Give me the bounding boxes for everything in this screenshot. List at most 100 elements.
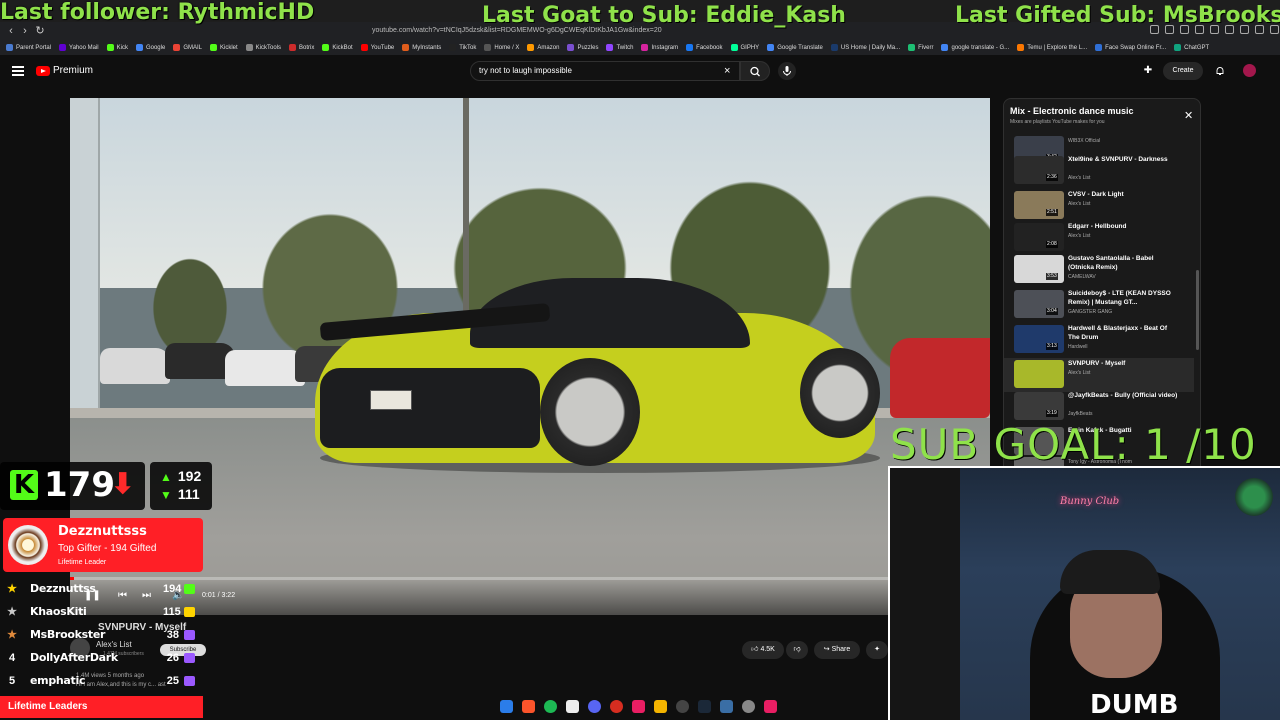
obs-icon[interactable] bbox=[610, 700, 623, 713]
steam-icon[interactable] bbox=[698, 700, 711, 713]
playlist-item[interactable]: 3:04 Suicideboy$ - LTE (KEAN DYSSO Remix)… bbox=[1004, 288, 1194, 322]
like-button[interactable]: 👍︎ 4.5K bbox=[742, 641, 784, 659]
share-button[interactable]: ↪ Share bbox=[814, 641, 860, 659]
bookmark-item[interactable]: Instagram bbox=[641, 44, 678, 51]
discord-icon[interactable] bbox=[588, 700, 601, 713]
playlist-thumbnail bbox=[1014, 360, 1064, 388]
gift-icon bbox=[184, 676, 195, 686]
bookmark-item[interactable]: ChatGPT bbox=[1174, 44, 1209, 51]
bookmark-item[interactable]: Parent Portal bbox=[6, 44, 51, 51]
red-car bbox=[890, 338, 990, 418]
car-wheel bbox=[800, 348, 880, 438]
pin-icon[interactable] bbox=[632, 700, 645, 713]
bookmark-item[interactable]: KickTools bbox=[245, 44, 281, 51]
brave-browser-icon[interactable] bbox=[522, 700, 535, 713]
location-pin-icon[interactable] bbox=[764, 700, 777, 713]
bookmark-item[interactable]: google translate - G... bbox=[941, 44, 1009, 51]
search-input[interactable]: try not to laugh impossible bbox=[479, 64, 572, 78]
playlist-item[interactable]: 2:36 Xtel9ine & SVNPURV - Darkness Alex's … bbox=[1004, 154, 1194, 188]
video-player[interactable] bbox=[70, 98, 990, 615]
video-pole bbox=[463, 98, 469, 318]
playlist-subtitle: Mixes are playlists YouTube makes for yo… bbox=[1010, 119, 1105, 125]
bookmark-item[interactable]: KickBot bbox=[322, 44, 353, 51]
playlist-duration: 2:51 bbox=[1046, 209, 1058, 216]
playlist-duration: 3:53 bbox=[1046, 273, 1058, 280]
bookmark-favicon-icon bbox=[484, 44, 492, 51]
bookmark-item[interactable]: TikTok bbox=[449, 44, 476, 51]
create-button[interactable]: Create bbox=[1163, 62, 1203, 80]
photos-icon[interactable] bbox=[720, 700, 733, 713]
thumbs-down-icon: 👎︎ bbox=[793, 646, 801, 653]
youtube-premium-label[interactable]: Premium bbox=[53, 64, 93, 78]
leaderboard-row: ★ MsBrookster 38 bbox=[0, 624, 200, 646]
leaderboard-name: Dezznuttss bbox=[30, 582, 96, 595]
mic-icon bbox=[783, 66, 791, 76]
bookmark-item[interactable]: US Home | Daily Ma... bbox=[830, 44, 900, 51]
more-actions-button[interactable]: ✦ bbox=[866, 641, 888, 659]
bookmark-item[interactable]: Face Swap Online Fr... bbox=[1095, 44, 1166, 51]
notifications-bell-icon[interactable] bbox=[1215, 66, 1225, 76]
playlist-item-title: CVSV - Dark Light bbox=[1068, 191, 1124, 198]
spotify-icon[interactable] bbox=[544, 700, 557, 713]
extension-puzzle-icon[interactable]: ✚ bbox=[1143, 66, 1153, 76]
bookmark-item[interactable]: MyInstants bbox=[402, 44, 441, 51]
last-goat-overlay: Last Goat to Sub: Eddie_Kash bbox=[482, 3, 846, 28]
dislike-button[interactable]: 👎︎ bbox=[786, 641, 808, 659]
bookmark-item[interactable]: Twitch bbox=[606, 44, 633, 51]
bookmark-item[interactable]: Amazon bbox=[527, 44, 559, 51]
playlist-item-channel: Alex's List bbox=[1068, 175, 1091, 181]
webcam-feed: Bunny Club DUMB bbox=[888, 466, 1280, 720]
bookmark-item[interactable]: Facebook bbox=[686, 44, 723, 51]
bookmark-label: Home / X bbox=[494, 44, 520, 51]
bookmark-favicon-icon bbox=[360, 44, 368, 51]
folder-icon[interactable] bbox=[654, 700, 667, 713]
notes-icon[interactable] bbox=[566, 700, 579, 713]
settings-icon[interactable] bbox=[742, 700, 755, 713]
playlist-item[interactable]: 3:53 Gustavo Santaolalla - Babel (Otnicka… bbox=[1004, 253, 1194, 287]
bookmark-item[interactable]: GMAIL bbox=[173, 44, 202, 51]
app-icon[interactable] bbox=[676, 700, 689, 713]
bookmark-item[interactable]: Temu | Explore the L... bbox=[1017, 44, 1087, 51]
playlist-item[interactable]: SVNPURV - Myself Alex's List bbox=[1004, 358, 1194, 392]
clear-search-icon[interactable]: × bbox=[724, 64, 730, 78]
bookmark-item[interactable]: Yahoo Mail bbox=[59, 44, 99, 51]
playlist-title: Mix - Electronic dance music bbox=[1010, 106, 1134, 116]
bookmark-item[interactable]: GIPHY bbox=[730, 44, 759, 51]
bookmark-item[interactable]: Botrix bbox=[289, 44, 314, 51]
bookmark-favicon-icon bbox=[1095, 44, 1103, 51]
leaderboard-row: 5 emphatic 25 bbox=[0, 670, 200, 692]
down-line: ▼ 111 bbox=[158, 486, 200, 503]
like-count: 4.5K bbox=[760, 646, 775, 653]
bookmark-item[interactable]: Puzzles bbox=[567, 44, 598, 51]
bookmark-item[interactable]: Fiverr bbox=[908, 44, 933, 51]
down-count: 111 bbox=[177, 486, 200, 502]
car-rear bbox=[320, 368, 540, 448]
bookmark-item[interactable]: Home / X bbox=[484, 44, 519, 51]
forward-icon[interactable]: › bbox=[18, 24, 32, 38]
car-wheel bbox=[540, 358, 640, 466]
playlist-item[interactable]: 2:08 Edgarr - Hellbound Alex's List bbox=[1004, 221, 1194, 255]
menu-icon[interactable] bbox=[12, 66, 24, 76]
bookmark-item[interactable]: YouTube bbox=[360, 44, 394, 51]
bookmark-item[interactable]: Google bbox=[135, 44, 165, 51]
sub-goal-overlay: SUB GOAL: 1 /10 bbox=[890, 420, 1257, 469]
playlist-item[interactable]: 3:13 Hardwell & Blasterjaxx - Beat Of The… bbox=[1004, 323, 1194, 357]
search-button[interactable] bbox=[740, 61, 770, 81]
close-icon[interactable]: ✕ bbox=[1184, 110, 1193, 122]
youtube-logo-icon[interactable] bbox=[36, 66, 50, 76]
playlist-item[interactable]: 2:51 CVSV - Dark Light Alex's List bbox=[1004, 189, 1194, 223]
bookmark-favicon-icon bbox=[686, 44, 694, 51]
bookmark-item[interactable]: Kick bbox=[106, 44, 128, 51]
account-avatar[interactable] bbox=[1243, 64, 1256, 77]
leaderboard-count: 25 bbox=[166, 675, 179, 687]
bookmark-item[interactable]: Google Translate bbox=[767, 44, 823, 51]
windows-start-icon[interactable] bbox=[500, 700, 513, 713]
bookmark-item[interactable]: Kicklet bbox=[209, 44, 238, 51]
voice-search-button[interactable] bbox=[778, 62, 796, 80]
reload-icon[interactable]: ↻ bbox=[33, 24, 47, 38]
last-follower-overlay: Last follower: RythmicHD bbox=[0, 0, 315, 25]
playlist-scrollbar[interactable] bbox=[1196, 270, 1199, 350]
back-icon[interactable]: ‹ bbox=[4, 24, 18, 38]
bookmark-label: Temu | Explore the L... bbox=[1027, 44, 1088, 51]
playlist-item[interactable]: 3:19 @JayfkBeats - Bully (Official video)… bbox=[1004, 390, 1194, 424]
